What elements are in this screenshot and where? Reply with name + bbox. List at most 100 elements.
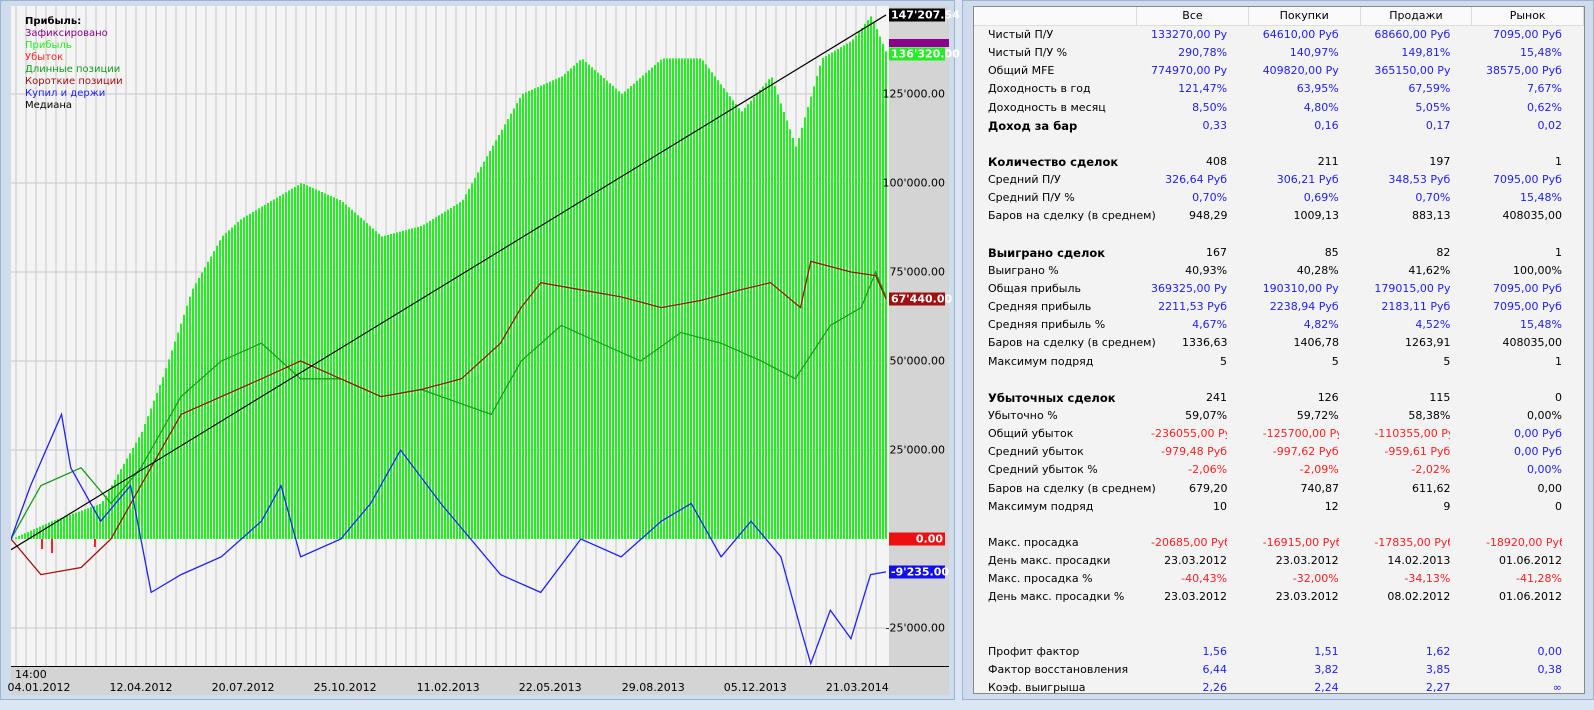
price-axis[interactable]: 125'000.00 100'000.00 75'000.00 50'000.00 25… [882,6,960,666]
profit-bar [657,62,659,539]
cell-value: 190310,00 Руб [1262,281,1339,295]
table-cell: 63,95% [1249,80,1361,98]
profit-bar [111,485,113,539]
table-cell: 0,16 [1249,117,1361,135]
profit-bar [369,225,371,539]
table-cell: 58,38% [1361,407,1473,425]
column-header[interactable]: Покупки [1249,7,1361,25]
profit-bar [576,62,578,539]
profit-bar [561,76,563,540]
cell-value: -32,00% [1292,572,1339,586]
profit-bar [771,77,773,539]
profit-bar [96,505,98,539]
time-axis[interactable]: 14:00 04.01.2012 12.04.2012 20.07.2012 25.1… [7,666,949,695]
profit-bar [504,124,506,539]
profit-bar [228,230,230,539]
table-cell: 1263,91 [1361,334,1473,352]
table-row: Доходность в месяц 8,50% 4,80% 5,05% 0,62% [974,99,1584,117]
profit-bar [321,192,323,539]
column-header[interactable]: Все [1137,7,1249,25]
profit-bar [582,59,584,539]
table-row: Средняя прибыль 2211,53 Руб 2238,94 Руб 218… [974,298,1584,316]
cell-value: 211 [1317,154,1339,168]
y-tick-label: 25'000.00 [889,443,945,457]
cell-value: 1,62 [1425,644,1451,658]
profit-bar [390,234,392,539]
y-tick-label: 75'000.00 [889,265,945,279]
profit-bar [762,86,764,540]
profit-bar [336,198,338,539]
statistics-window: Все Покупки Продажи Рынок Чистый П/У 133270,… [962,0,1594,700]
profit-bar [312,188,314,539]
cell-value: 167 [1206,245,1228,259]
profit-bar [801,127,803,539]
profit-bar [90,507,92,539]
table-cell: 7095,00 Руб [1472,171,1584,189]
profit-bar [261,206,263,539]
table-cell: 121,47% [1137,80,1249,98]
cell-value: -979,48 Руб [1161,445,1228,459]
profit-bar [339,200,341,539]
profit-bar [483,161,485,540]
profit-bar [765,82,767,539]
table-cell: 6,44 [1137,661,1249,679]
profit-bar [846,43,848,539]
column-header[interactable]: Продажи [1361,7,1473,25]
profit-bar [717,80,719,539]
table-cell: 408035,00 [1473,207,1585,225]
chart-plot-area[interactable]: Прибыль: Зафиксировано Прибыль Убыток Длинн… [11,6,889,666]
profit-bar [579,60,581,540]
profit-bar [471,183,473,539]
legend-item: Медиана [25,100,72,111]
profit-bar [105,495,107,539]
legend-item: Короткие позиции [25,76,123,87]
profit-bar [723,88,725,540]
table-cell: 0,00 [1473,480,1585,498]
profit-bar [15,537,17,539]
table-row: Доход за бар 0,33 0,16 0,17 0,02 [974,117,1584,135]
cell-value: 5 [1331,354,1339,368]
table-cell: 23.03.2012 [1249,552,1361,570]
table-row: Общий MFE 774970,00 Руб 409820,00 Руб 36515… [974,62,1584,80]
profit-bar [804,117,806,539]
profit-bar [498,135,500,539]
table-cell: -34,13% [1361,570,1473,588]
table-cell: 10 [1137,498,1249,516]
cell-value: 08.02.2012 [1387,590,1451,604]
profit-bar [366,223,368,540]
cell-value: 0,16 [1314,118,1339,132]
legend-item: Длинные позиции [25,64,121,75]
cell-value: 0,00% [1527,408,1562,422]
cell-value: 679,20 [1189,481,1228,495]
row-label: День макс. просадки % [988,590,1125,604]
profit-bar [354,212,356,540]
cell-value: 63,95% [1296,82,1339,96]
column-header[interactable]: Рынок [1472,7,1584,25]
cell-value: 7095,00 Руб [1493,281,1562,295]
cell-value: 01.06.2012 [1498,554,1562,568]
table-row: Максимум подряд 10 12 9 0 [974,498,1584,516]
row-label: Общая прибыль [988,281,1081,295]
table-cell: -32,00% [1249,570,1361,588]
row-label: Коэф. выигрыша [988,681,1086,695]
table-cell: 2238,94 Руб [1249,298,1361,316]
table-cell: 68660,00 Руб [1361,26,1473,44]
legend-item: Убыток [25,52,64,63]
profit-bar [417,226,419,539]
cell-value: 100,00% [1513,263,1562,277]
cell-value: 0,62% [1527,100,1562,114]
table-cell: 1,62 [1361,643,1473,661]
table-cell: 0,70% [1137,189,1249,207]
profit-bar [522,93,524,540]
row-label: Средний убыток [988,445,1084,459]
cell-value: 0 [1554,499,1562,513]
table-cell: 1,56 [1137,643,1249,661]
column-header[interactable] [974,7,1138,25]
x-tick-label: 29.08.2013 [621,681,685,694]
row-label: Общий MFE [988,64,1055,78]
profit-bar [798,138,800,539]
x-tick-label: 04.01.2012 [7,681,71,694]
median-value-tag: 147'207.54 [889,8,960,22]
cell-value: 290,78% [1178,46,1228,60]
cell-value: 740,87 [1300,481,1340,495]
